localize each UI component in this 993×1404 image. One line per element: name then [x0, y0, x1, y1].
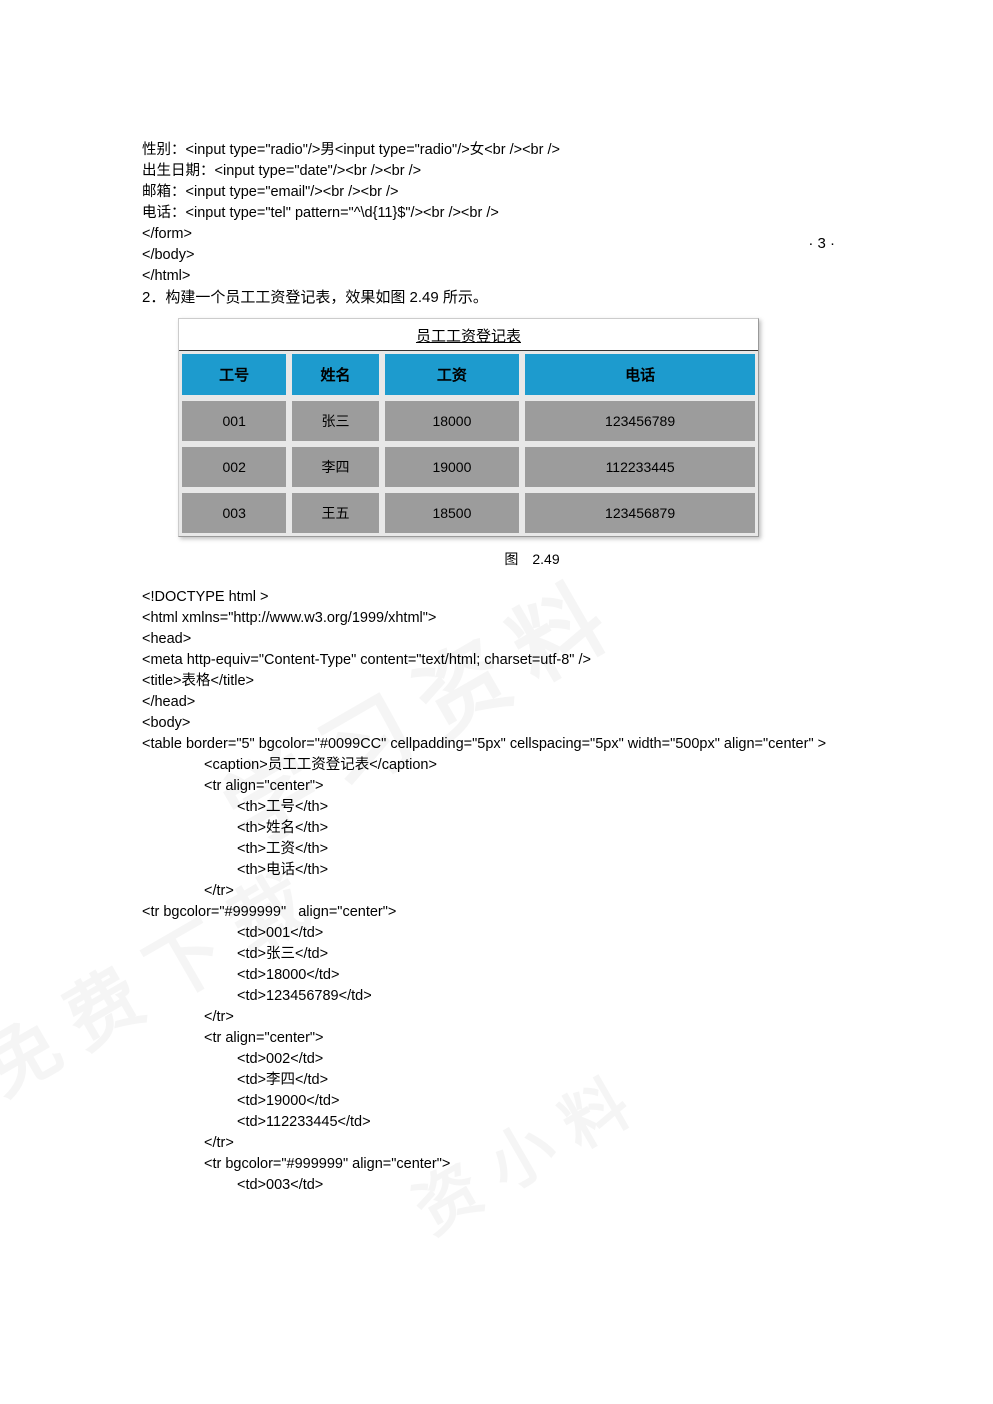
table-row: 002 李四 19000 112233445	[179, 444, 758, 490]
code-line: <tr bgcolor="#999999" align="center">	[142, 902, 922, 923]
code-line: <tr align="center">	[142, 776, 922, 797]
code-line: <meta http-equiv="Content-Type" content=…	[142, 650, 922, 671]
table-caption: 员工工资登记表	[179, 319, 758, 351]
table-cell: 123456789	[522, 398, 758, 444]
code-line: <td>18000</td>	[142, 965, 922, 986]
code-line: <th>工资</th>	[142, 839, 922, 860]
code-line: <td>003</td>	[142, 1175, 922, 1196]
code-line: </head>	[142, 692, 922, 713]
code-line: <td>19000</td>	[142, 1091, 922, 1112]
code-line: <body>	[142, 713, 922, 734]
code-line: </form>	[142, 224, 922, 245]
code-line: 性别：<input type="radio"/>男<input type="ra…	[142, 140, 922, 161]
code-line: <th>电话</th>	[142, 860, 922, 881]
table-cell: 003	[179, 490, 289, 536]
code-line: <td>002</td>	[142, 1049, 922, 1070]
table-cell: 123456879	[522, 490, 758, 536]
code-line: </tr>	[142, 1133, 922, 1154]
table-header: 工资	[382, 351, 522, 398]
table-header: 姓名	[289, 351, 381, 398]
code-line: <!DOCTYPE html >	[142, 587, 922, 608]
salary-table: 员工工资登记表 工号 姓名 工资 电话 001 张三 18000 1234567…	[178, 318, 759, 537]
table-cell: 002	[179, 444, 289, 490]
table-row: 003 王五 18500 123456879	[179, 490, 758, 536]
table-header: 工号	[179, 351, 289, 398]
code-line: <td>112233445</td>	[142, 1112, 922, 1133]
code-line: <td>001</td>	[142, 923, 922, 944]
page-number: · 3 ·	[808, 235, 835, 252]
narrative-text: 2．构建一个员工工资登记表，效果如图 2.49 所示。	[142, 287, 922, 308]
code-line: <tr align="center">	[142, 1028, 922, 1049]
table-cell: 112233445	[522, 444, 758, 490]
code-line: <td>123456789</td>	[142, 986, 922, 1007]
code-line: </html>	[142, 266, 922, 287]
code-line: 出生日期：<input type="date"/><br /><br />	[142, 161, 922, 182]
code-line: <th>工号</th>	[142, 797, 922, 818]
table-cell: 18500	[382, 490, 522, 536]
code-line: <table border="5" bgcolor="#0099CC" cell…	[142, 734, 922, 755]
figure-caption: 图 2.49	[142, 549, 922, 569]
table-header-row: 工号 姓名 工资 电话	[179, 351, 758, 398]
code-line: <html xmlns="http://www.w3.org/1999/xhtm…	[142, 608, 922, 629]
code-line: <tr bgcolor="#999999" align="center">	[142, 1154, 922, 1175]
table-caption-row: 员工工资登记表	[179, 319, 758, 351]
table-cell: 001	[179, 398, 289, 444]
table-cell: 李四	[289, 444, 381, 490]
code-line: <th>姓名</th>	[142, 818, 922, 839]
table-cell: 18000	[382, 398, 522, 444]
code-line: 邮箱：<input type="email"/><br /><br />	[142, 182, 922, 203]
table-row: 001 张三 18000 123456789	[179, 398, 758, 444]
code-line: </tr>	[142, 881, 922, 902]
code-line: </body>	[142, 245, 922, 266]
table-cell: 王五	[289, 490, 381, 536]
code-line: <td>张三</td>	[142, 944, 922, 965]
code-line: <td>李四</td>	[142, 1070, 922, 1091]
table-cell: 张三	[289, 398, 381, 444]
table-cell: 19000	[382, 444, 522, 490]
code-line: <head>	[142, 629, 922, 650]
code-line: <caption>员工工资登记表</caption>	[142, 755, 922, 776]
table-header: 电话	[522, 351, 758, 398]
salary-table-figure: 员工工资登记表 工号 姓名 工资 电话 001 张三 18000 1234567…	[178, 318, 922, 537]
code-line: <title>表格</title>	[142, 671, 922, 692]
code-line: 电话：<input type="tel" pattern="^\d{11}$"/…	[142, 203, 922, 224]
code-line: </tr>	[142, 1007, 922, 1028]
